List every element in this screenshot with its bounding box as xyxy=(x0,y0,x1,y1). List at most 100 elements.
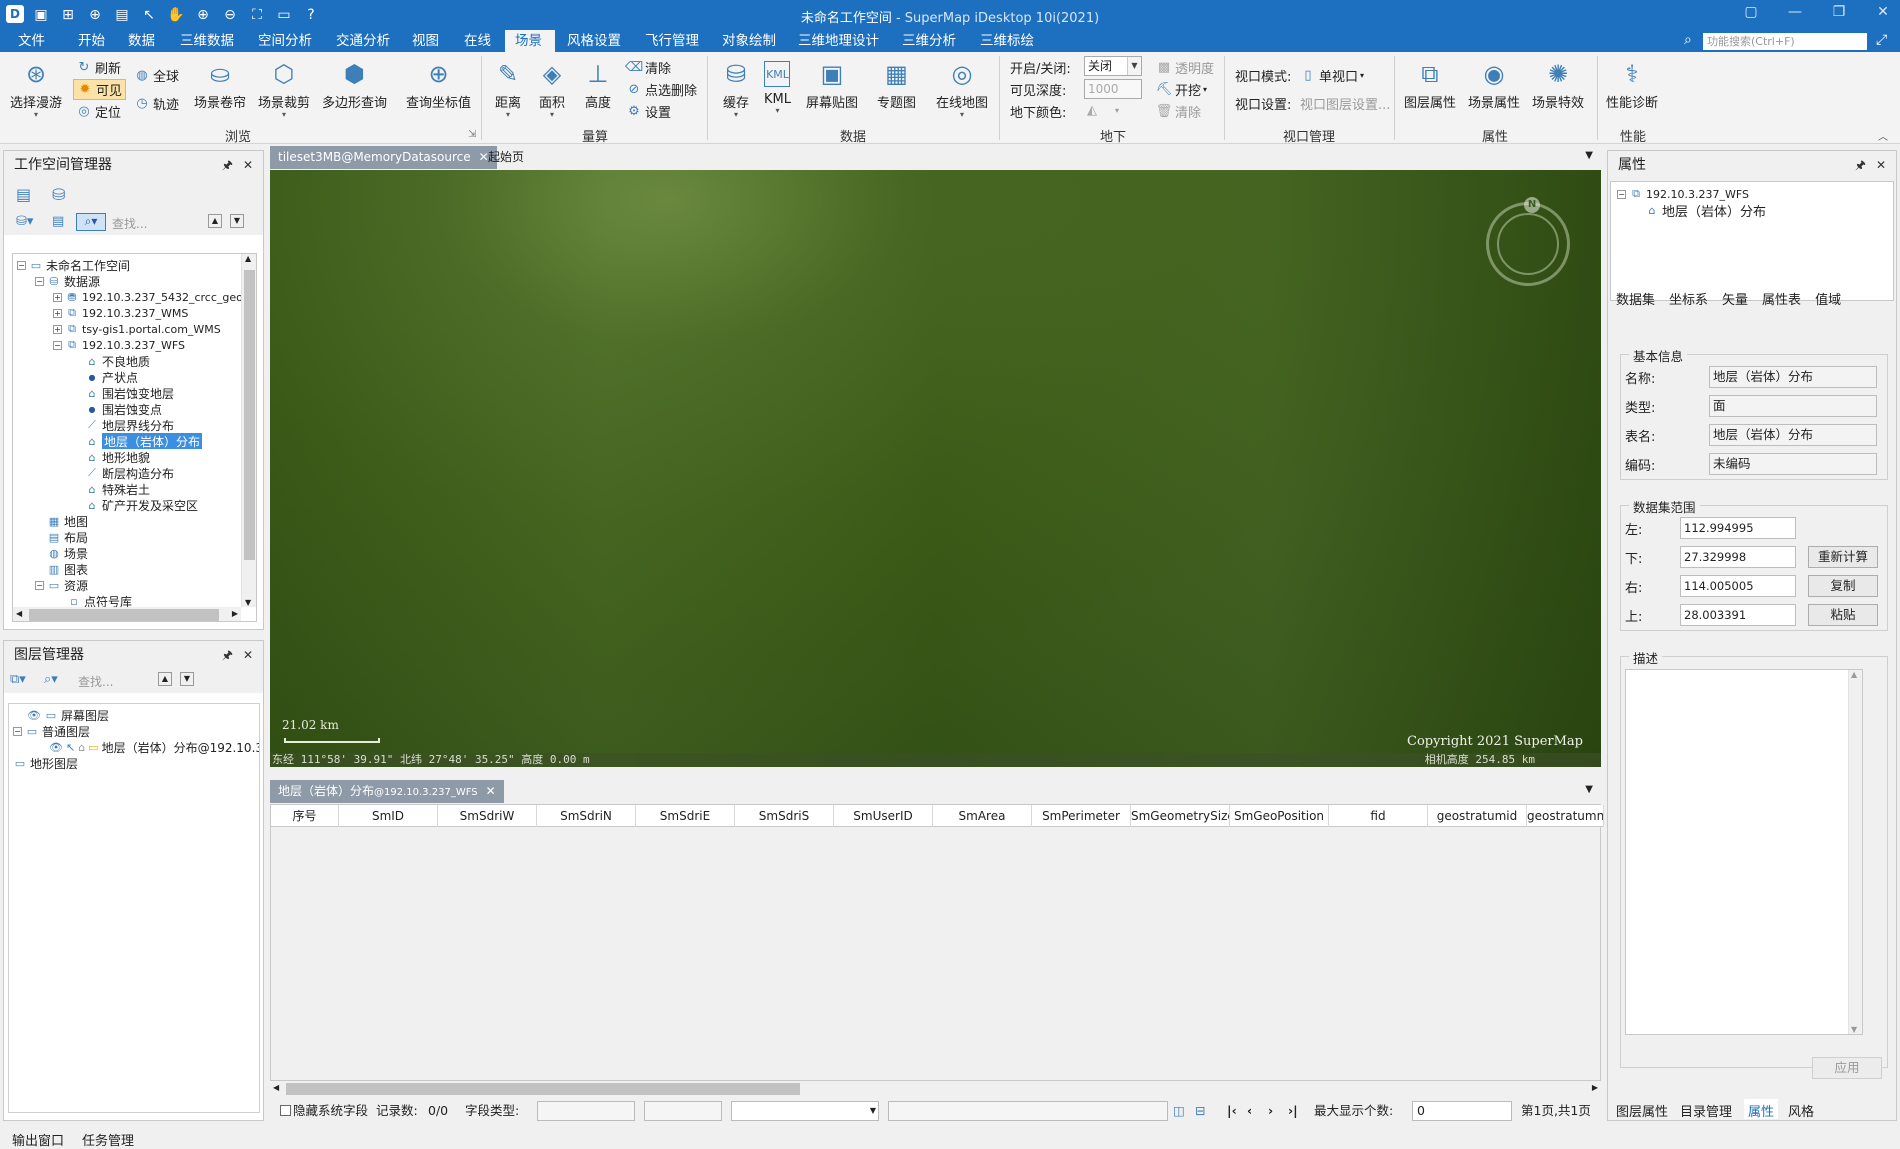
menu-3d-geo-design[interactable]: 三维地理设计 xyxy=(788,30,889,52)
attribute-grid-hscroll[interactable]: ◀ ▶ xyxy=(270,1081,1601,1097)
screen-tile-button[interactable]: ▣ 屏幕贴图 xyxy=(806,52,858,111)
expand-icon[interactable]: + xyxy=(53,292,62,302)
measure-settings-button[interactable]: ⚙ 设置 xyxy=(626,102,671,121)
menu-flight[interactable]: 飞行管理 xyxy=(635,30,709,52)
scroll-thumb[interactable] xyxy=(286,1083,800,1095)
tree-node-workspace[interactable]: − ▭ 未命名工作空间 xyxy=(17,257,130,273)
column-header[interactable]: SmSdriE xyxy=(636,805,735,827)
tab-value-domain[interactable]: 值域 xyxy=(1815,289,1841,308)
tree-node-scenes[interactable]: ◍ 场景 xyxy=(47,545,88,561)
menu-online[interactable]: 在线 xyxy=(454,30,501,52)
cache-button[interactable]: ⛁ 缓存 ▾ xyxy=(720,52,752,119)
tree-node-dataset-5[interactable]: ⌂ 地层（岩体）分布 xyxy=(85,433,203,449)
tab-dataset[interactable]: 数据集 xyxy=(1616,289,1655,308)
tab-vector[interactable]: 矢量 xyxy=(1722,289,1748,308)
layer-node-normal[interactable]: − ▭ 普通图层 xyxy=(13,723,90,739)
name-value[interactable]: 地层（岩体）分布 xyxy=(1709,366,1877,388)
locate-button[interactable]: ◎ 定位 xyxy=(76,102,121,121)
column-header[interactable]: geostratumn xyxy=(1527,805,1604,827)
tree-node-ds4[interactable]: − ⧉ 192.10.3.237_WFS xyxy=(53,337,185,353)
tree-node-dataset-8[interactable]: ⌂ 特殊岩土 xyxy=(85,481,151,497)
recalculate-button[interactable]: 重新计算 xyxy=(1808,546,1878,568)
prev-page-icon[interactable]: ‹ xyxy=(1247,1101,1252,1121)
tree-node-layouts[interactable]: ▤ 布局 xyxy=(47,529,88,545)
collapse-icon[interactable]: − xyxy=(35,580,44,590)
menu-object-draw[interactable]: 对象绘制 xyxy=(712,30,786,52)
scroll-thumb[interactable] xyxy=(29,609,219,621)
minimize-icon[interactable]: — xyxy=(1784,4,1806,20)
close-icon[interactable]: ✕ xyxy=(243,151,253,179)
menu-data[interactable]: 数据 xyxy=(118,30,165,52)
function-search-input[interactable]: 功能搜索(Ctrl+F) xyxy=(1703,33,1867,50)
tab-coordinate-system[interactable]: 坐标系 xyxy=(1669,289,1708,308)
workspace-tree-icon[interactable]: ▤ xyxy=(16,185,31,204)
edit-lock-icon[interactable]: ⌂ xyxy=(78,740,85,754)
column-header[interactable]: fid xyxy=(1329,805,1428,827)
viewport-layer-settings-button[interactable]: 视口图层设置... xyxy=(1300,94,1390,113)
tree-node-dataset-1[interactable]: ● 产状点 xyxy=(85,369,139,385)
polygon-query-button[interactable]: ⬢ 多边形查询 xyxy=(322,52,387,111)
column-header[interactable]: SmPerimeter xyxy=(1032,805,1131,827)
close-icon[interactable]: ✕ xyxy=(1872,4,1894,20)
viewport-mode-button[interactable]: ▯ 单视口 ▾ xyxy=(1300,66,1364,85)
distance-button[interactable]: ✎ 距离 ▾ xyxy=(492,52,524,119)
column-header[interactable]: SmGeometrySize xyxy=(1131,805,1230,827)
tree-node-charts[interactable]: ▥ 图表 xyxy=(47,561,88,577)
tab-tileset-scene[interactable]: tileset3MB@MemoryDatasource ✕ xyxy=(270,146,497,169)
collapse-icon[interactable]: − xyxy=(17,260,26,270)
chevron-right-icon[interactable]: ▶ xyxy=(232,609,238,618)
menu-spatial-analysis[interactable]: 空间分析 xyxy=(248,30,322,52)
tree-node-dataset-0[interactable]: ⌂ 不良地质 xyxy=(85,353,151,369)
tree-node-dataset-7[interactable]: ⟋ 断层构造分布 xyxy=(85,465,174,481)
visible-button[interactable]: ✹ 可见 xyxy=(73,79,127,100)
kml-button[interactable]: KML KML ▾ xyxy=(764,52,791,115)
last-page-icon[interactable]: ›| xyxy=(1288,1101,1298,1121)
menu-scene[interactable]: 场景 xyxy=(505,30,555,52)
menu-start[interactable]: 开始 xyxy=(68,30,115,52)
menu-3d-plotting[interactable]: 三维标绘 xyxy=(970,30,1044,52)
scroll-thumb[interactable] xyxy=(244,270,255,560)
tree-node-dataset-4[interactable]: ⟋ 地层界线分布 xyxy=(85,417,174,433)
pin-icon[interactable]: 🖈 xyxy=(222,151,233,179)
description-textarea[interactable]: ▲ ▼ xyxy=(1625,669,1863,1035)
apply-button[interactable]: 应用 xyxy=(1812,1057,1882,1079)
search-options-button[interactable]: ⌕▾ xyxy=(76,213,106,231)
tab-style[interactable]: 风格 xyxy=(1788,1101,1814,1120)
collapse-icon[interactable]: − xyxy=(53,340,62,350)
eye-icon[interactable]: 👁 xyxy=(49,740,63,754)
refresh-button[interactable]: ↻ 刷新 xyxy=(76,58,121,77)
visible-depth-input[interactable]: 1000 xyxy=(1084,79,1142,99)
arrow-up-icon[interactable]: ▲ xyxy=(158,672,172,686)
open-datasource-icon[interactable]: ⛁▾ xyxy=(16,214,33,229)
scene-roll-button[interactable]: ⛀ 场景卷帘 xyxy=(194,52,246,111)
tab-layer-properties[interactable]: 图层属性 xyxy=(1616,1101,1668,1120)
prop-tree-dataset[interactable]: ⌂ 地层（岩体）分布 xyxy=(1645,202,1767,219)
tree-node-ds1[interactable]: + ⛃ 192.10.3.237_5432_crcc_geoin xyxy=(53,289,253,305)
workspace-tree-hscroll[interactable]: ◀ ▶ xyxy=(13,607,241,621)
tabs-dropdown-icon[interactable]: ▼ xyxy=(1585,784,1593,795)
menu-view[interactable]: 视图 xyxy=(402,30,449,52)
chevron-up-icon[interactable]: ▲ xyxy=(1851,670,1857,679)
left-value[interactable]: 112.994995 xyxy=(1680,517,1796,539)
pin-icon[interactable]: 🖈 xyxy=(1855,151,1866,179)
track-button[interactable]: ◷ 轨迹 xyxy=(134,94,179,113)
tree-node-resources[interactable]: − ▭ 资源 xyxy=(35,577,88,593)
tab-start-page[interactable]: 起始页 xyxy=(480,146,532,169)
tree-node-dataset-3[interactable]: ● 围岩蚀变点 xyxy=(85,401,163,417)
max-display-input[interactable]: 0 xyxy=(1412,1101,1512,1121)
transparency-button[interactable]: ▩ 透明度 xyxy=(1156,58,1214,77)
next-page-icon[interactable]: › xyxy=(1268,1101,1273,1121)
tree-node-dataset-9[interactable]: ⌂ 矿产开发及采空区 xyxy=(85,497,199,513)
tree-node-datasources[interactable]: − ⛁ 数据源 xyxy=(35,273,100,289)
close-icon[interactable]: ✕ xyxy=(243,641,253,669)
scene-clip-button[interactable]: ⬡ 场景裁剪 ▾ xyxy=(258,52,310,119)
column-header[interactable]: SmSdriW xyxy=(438,805,537,827)
menu-traffic-analysis[interactable]: 交通分析 xyxy=(326,30,400,52)
point-delete-button[interactable]: ⊘ 点选删除 xyxy=(626,80,697,99)
chevron-left-icon[interactable]: ◀ xyxy=(273,1083,279,1092)
chevron-down-icon[interactable]: ▼ xyxy=(870,1102,876,1120)
dialog-launcher-icon[interactable]: ⇲ xyxy=(468,129,476,140)
chevron-left-icon[interactable]: ◀ xyxy=(16,609,22,618)
column-header[interactable]: SmGeoPosition xyxy=(1230,805,1329,827)
menu-file[interactable]: 文件 xyxy=(8,30,55,52)
